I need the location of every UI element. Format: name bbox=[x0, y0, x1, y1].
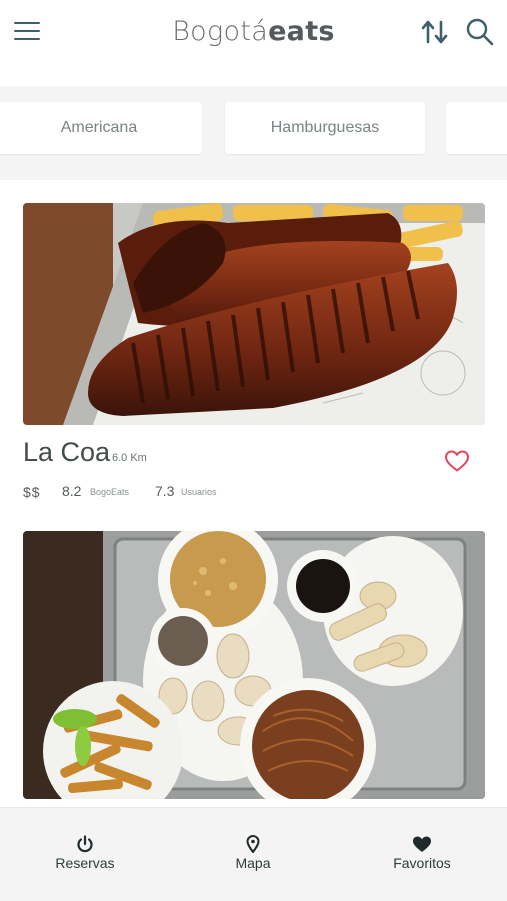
score-users-label: Usuarios bbox=[181, 487, 217, 497]
restaurant-distance: 6.0 Km bbox=[112, 452, 147, 464]
score-bogoeats: 8.2 bbox=[62, 483, 82, 499]
logo-light-text: Bogotá bbox=[172, 16, 269, 47]
heart-outline-icon[interactable] bbox=[444, 449, 470, 473]
category-label: Hamburguesas bbox=[270, 119, 380, 136]
tab-reservas[interactable]: Reservas bbox=[20, 808, 150, 901]
category-chip-americana[interactable]: Americana bbox=[0, 102, 202, 154]
price-level: $$ bbox=[23, 484, 41, 500]
category-chip-hamburguesas[interactable]: Hamburguesas bbox=[225, 102, 425, 154]
score-bogoeats-label: BogoEats bbox=[90, 487, 130, 497]
score-users: 7.3 bbox=[155, 483, 175, 499]
restaurant-photo[interactable] bbox=[23, 531, 485, 799]
sort-arrows-icon[interactable] bbox=[420, 18, 450, 46]
logo-bold-text: eats bbox=[268, 16, 335, 47]
tab-label: Mapa bbox=[235, 855, 271, 871]
search-icon[interactable] bbox=[465, 17, 495, 47]
category-bar: Americana Hamburguesas bbox=[0, 86, 507, 180]
category-chip-next[interactable] bbox=[446, 102, 507, 154]
category-label: Americana bbox=[60, 119, 138, 136]
bottom-tab-bar: Reservas Mapa Favoritos bbox=[0, 807, 507, 901]
restaurant-photo[interactable] bbox=[23, 203, 485, 425]
tab-label: Favoritos bbox=[393, 855, 451, 871]
tab-mapa[interactable]: Mapa bbox=[188, 808, 318, 901]
app-header: Bogotáeats bbox=[0, 0, 507, 66]
tab-favoritos[interactable]: Favoritos bbox=[357, 808, 487, 901]
tab-label: Reservas bbox=[55, 855, 115, 871]
restaurant-name[interactable]: La Coa bbox=[23, 437, 110, 468]
